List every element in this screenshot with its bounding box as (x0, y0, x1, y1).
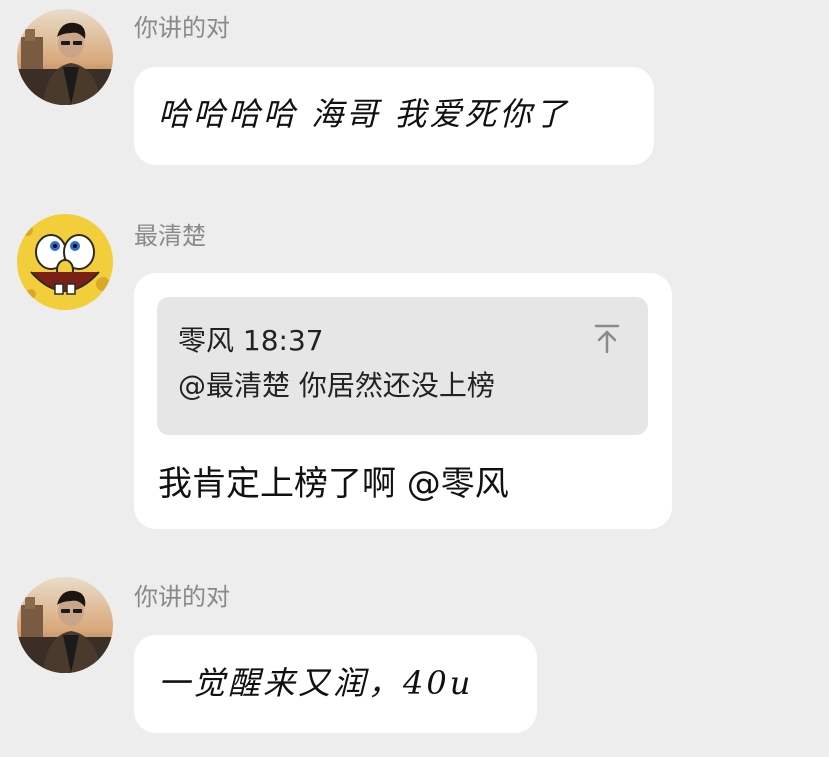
sender-avatar[interactable] (17, 9, 113, 105)
cartoon-face-avatar-icon (17, 214, 113, 310)
person-photo-avatar-icon (17, 9, 113, 105)
jump-to-original-arrow-icon[interactable] (594, 324, 620, 354)
message-bubble[interactable]: 零风 18:37 @最清楚 你居然还没上榜 我肯定上榜了啊 @零风 (134, 273, 672, 529)
message-text: 我肯定上榜了啊 @零风 (158, 464, 509, 504)
quoted-time: 18:37 (242, 324, 324, 357)
message-bubble[interactable]: 一觉醒来又润，40u (134, 635, 537, 733)
quoted-message-header: 零风 18:37 (178, 327, 324, 355)
message-bubble[interactable]: 哈哈哈哈 海哥 我爱死你了 (134, 67, 654, 165)
sender-avatar[interactable] (17, 577, 113, 673)
sender-avatar[interactable] (17, 214, 113, 310)
sender-name: 你讲的对 (134, 14, 230, 42)
quoted-author: 零风 (178, 324, 235, 357)
sender-name: 最清楚 (134, 222, 206, 250)
quoted-message-text: @最清楚 你居然还没上榜 (178, 369, 495, 402)
message-text: 一觉醒来又润，40u (158, 664, 474, 702)
sender-name: 你讲的对 (134, 583, 230, 611)
message-text: 哈哈哈哈 海哥 我爱死你了 (158, 95, 570, 133)
person-photo-avatar-icon (17, 577, 113, 673)
quoted-message[interactable]: 零风 18:37 @最清楚 你居然还没上榜 (157, 297, 648, 435)
